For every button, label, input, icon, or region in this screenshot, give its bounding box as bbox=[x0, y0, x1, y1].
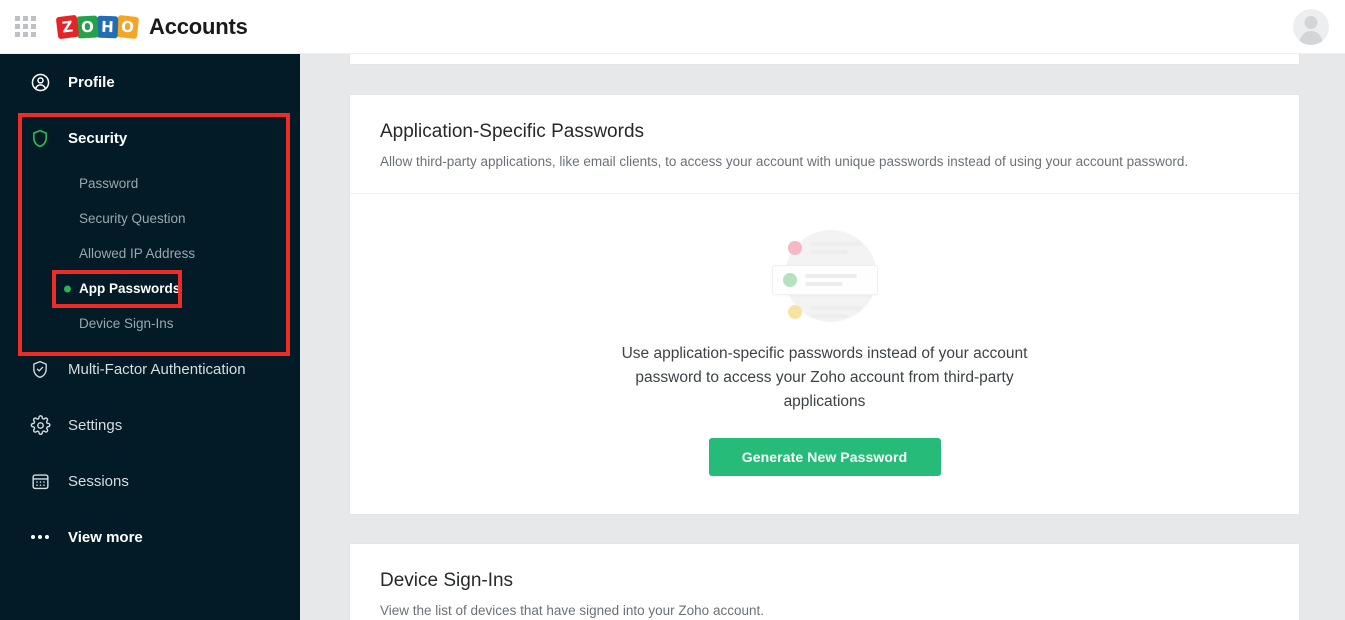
apps-grid-icon[interactable] bbox=[13, 15, 37, 39]
user-circle-icon bbox=[28, 70, 52, 94]
sidebar-subitem-label: Password bbox=[79, 176, 139, 191]
generate-new-password-button[interactable]: Generate New Password bbox=[708, 438, 941, 476]
sidebar: Profile Security Password Security Quest… bbox=[0, 54, 300, 620]
card-above-partial bbox=[350, 54, 1299, 64]
card-header: Device Sign-Ins View the list of devices… bbox=[350, 544, 1299, 620]
zoho-logo-letter-o1: O bbox=[76, 14, 99, 39]
zoho-accounts-page: Z O H O Accounts Profile Security Passwo… bbox=[0, 0, 1345, 620]
avatar[interactable] bbox=[1293, 9, 1329, 45]
sidebar-subitem-label: Device Sign-Ins bbox=[79, 316, 174, 331]
illustration-row bbox=[778, 300, 872, 324]
illustration-dot-green bbox=[782, 273, 797, 287]
sidebar-item-multi-factor-authentication[interactable]: Multi-Factor Authentication bbox=[0, 341, 300, 397]
card-title: Device Sign-Ins bbox=[380, 570, 514, 591]
illustration-dot-yellow bbox=[787, 305, 802, 319]
sidebar-subitem-allowed-ip-address[interactable]: Allowed IP Address bbox=[0, 236, 300, 271]
empty-state-illustration-icon bbox=[770, 228, 880, 326]
top-bar: Z O H O Accounts bbox=[0, 0, 1345, 54]
shield-check-icon bbox=[28, 357, 52, 381]
sidebar-subitem-label: Allowed IP Address bbox=[79, 246, 196, 261]
sidebar-item-profile[interactable]: Profile bbox=[0, 54, 300, 110]
illustration-row bbox=[771, 265, 878, 295]
main-content: Application-Specific Passwords Allow thi… bbox=[300, 54, 1345, 620]
card-subtitle: Allow third-party applications, like ema… bbox=[380, 154, 1189, 169]
security-subnav: Password Security Question Allowed IP Ad… bbox=[0, 166, 300, 341]
card-header: Application-Specific Passwords Allow thi… bbox=[350, 95, 1299, 194]
zoho-logo-letter-z: Z bbox=[55, 14, 80, 39]
sidebar-item-settings[interactable]: Settings bbox=[0, 397, 300, 453]
illustration-row bbox=[778, 236, 872, 260]
avatar-head bbox=[1304, 16, 1318, 29]
card-title: Application-Specific Passwords bbox=[380, 121, 645, 142]
sidebar-item-label: View more bbox=[68, 528, 143, 546]
page-title: Accounts bbox=[149, 13, 248, 39]
shield-icon bbox=[28, 126, 52, 150]
sidebar-item-label: Security bbox=[68, 129, 128, 147]
zoho-logo-letter-h: H bbox=[96, 15, 119, 38]
sidebar-item-label: Profile bbox=[68, 73, 115, 91]
sidebar-item-label: Sessions bbox=[68, 472, 129, 490]
sidebar-item-security[interactable]: Security bbox=[0, 110, 300, 166]
avatar-body bbox=[1299, 31, 1323, 45]
sidebar-item-sessions[interactable]: Sessions bbox=[0, 453, 300, 509]
zoho-logo[interactable]: Z O H O bbox=[55, 14, 140, 40]
illustration-dot-pink bbox=[787, 241, 802, 255]
card-body: Use application-specific passwords inste… bbox=[350, 194, 1299, 514]
active-indicator-dot-icon bbox=[64, 285, 71, 292]
sidebar-subitem-password[interactable]: Password bbox=[0, 166, 300, 201]
sidebar-item-view-more[interactable]: View more bbox=[0, 509, 300, 565]
sidebar-subitem-app-passwords[interactable]: App Passwords bbox=[0, 271, 300, 306]
empty-state-text: Use application-specific passwords inste… bbox=[621, 345, 1028, 410]
sidebar-subitem-label: Security Question bbox=[79, 211, 186, 226]
zoho-logo-letter-o2: O bbox=[115, 14, 140, 39]
ellipsis-icon bbox=[28, 525, 52, 549]
calendar-icon bbox=[28, 469, 52, 493]
card-device-sign-ins: Device Sign-Ins View the list of devices… bbox=[350, 544, 1299, 620]
sidebar-item-label: Multi-Factor Authentication bbox=[68, 360, 246, 378]
sidebar-subitem-device-sign-ins[interactable]: Device Sign-Ins bbox=[0, 306, 300, 341]
card-subtitle: View the list of devices that have signe… bbox=[380, 603, 764, 618]
sidebar-item-label: Settings bbox=[68, 416, 123, 434]
sidebar-subitem-security-question[interactable]: Security Question bbox=[0, 201, 300, 236]
card-application-specific-passwords: Application-Specific Passwords Allow thi… bbox=[350, 95, 1299, 514]
sidebar-subitem-label: App Passwords bbox=[79, 281, 181, 296]
gear-icon bbox=[28, 413, 52, 437]
